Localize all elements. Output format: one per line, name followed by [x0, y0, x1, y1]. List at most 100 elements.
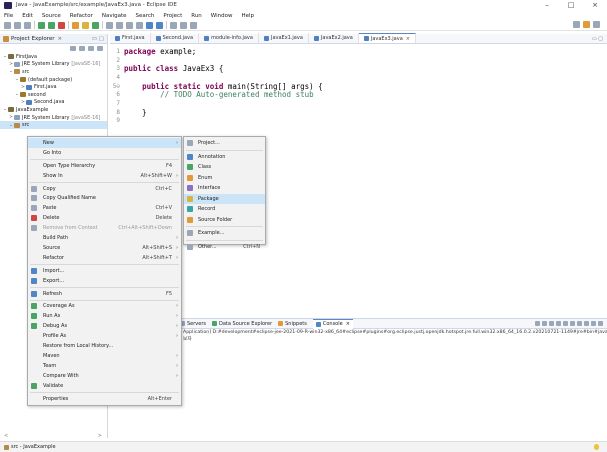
tree-item[interactable]: ⌄ src [0, 68, 107, 76]
terminate-icon[interactable] [535, 321, 540, 326]
menu-item-paste[interactable]: Paste Ctrl+V [28, 203, 181, 213]
submenu-item-annotation[interactable]: Annotation [184, 152, 265, 163]
menu-file[interactable]: File [4, 13, 13, 19]
menu-item-run-as[interactable]: Run As › [28, 311, 181, 321]
link-with-editor-icon[interactable] [79, 46, 85, 51]
next-annotation-icon[interactable] [146, 21, 153, 29]
filter-icon[interactable] [88, 46, 94, 51]
menu-item-build-path[interactable]: Build Path › [28, 233, 181, 243]
new-package-icon[interactable] [82, 21, 89, 29]
submenu-item-example[interactable]: Example... [184, 228, 265, 239]
menu-item-profile-as[interactable]: Profile As › [28, 331, 181, 341]
view-minimize-maximize-buttons[interactable]: ▭ ▢ [92, 36, 104, 42]
annotation-nav-icon[interactable] [136, 21, 143, 29]
forward-icon[interactable] [180, 21, 187, 29]
open-perspective-icon[interactable] [593, 21, 600, 28]
scroll-left-icon[interactable]: < [4, 433, 8, 439]
submenu-item-class[interactable]: Class [184, 162, 265, 173]
editor-tab-javaex2-java[interactable]: JavaEx2.java [309, 33, 359, 43]
open-console-icon[interactable] [577, 321, 582, 326]
view-menu-icon[interactable] [97, 46, 103, 51]
scroll-right-icon[interactable]: > [98, 433, 102, 439]
close-icon[interactable]: × [406, 36, 410, 42]
editor-minimize-maximize-buttons[interactable]: ▭ ▢ [592, 36, 603, 42]
tree-item[interactable]: ⌄ (default package) [0, 76, 107, 84]
menu-search[interactable]: Search [136, 13, 155, 19]
menu-item-new[interactable]: New › [28, 138, 181, 148]
menu-item-import[interactable]: Import... [28, 266, 181, 276]
prev-annotation-icon[interactable] [156, 21, 163, 29]
menu-window[interactable]: Window [211, 13, 233, 19]
scroll-lock-icon[interactable] [556, 321, 561, 326]
menu-item-debug-as[interactable]: Debug As › [28, 321, 181, 331]
tree-item[interactable]: > JRE System Library [JavaSE-16] [0, 114, 107, 122]
menu-item-team[interactable]: Team › [28, 361, 181, 371]
run-icon[interactable] [48, 21, 55, 29]
remove-launch-icon[interactable] [542, 321, 547, 326]
submenu-item-source-folder[interactable]: Source Folder [184, 215, 265, 226]
menu-navigate[interactable]: Navigate [102, 13, 127, 19]
menu-project[interactable]: Project [163, 13, 182, 19]
menu-help[interactable]: Help [241, 13, 254, 19]
minimize-button[interactable]: – [535, 0, 559, 10]
tree-item[interactable]: > JRE System Library [JavaSE-16] [0, 61, 107, 69]
editor-tab-javaex1-java[interactable]: JavaEx1.java [259, 33, 309, 43]
open-type-icon[interactable] [106, 21, 113, 29]
view-menu-icon[interactable] [584, 321, 589, 326]
menu-edit[interactable]: Edit [22, 13, 33, 19]
collapse-all-icon[interactable] [70, 46, 76, 51]
save-all-icon[interactable] [24, 21, 31, 29]
console-tab-console[interactable]: Console × [312, 318, 353, 329]
submenu-item-project[interactable]: Project... [184, 138, 265, 149]
tree-item[interactable]: ⌄ src [0, 121, 107, 129]
menu-item-copy[interactable]: Copy Ctrl+C [28, 184, 181, 194]
maximize-button[interactable]: □ [559, 0, 583, 10]
project-explorer-tab[interactable]: Project Explorer × ▭ ▢ [0, 34, 107, 44]
menu-item-refactor[interactable]: Refactor Alt+Shift+T › [28, 253, 181, 263]
editor-tab-module-info-java[interactable]: module-info.java [199, 33, 259, 43]
tree-item[interactable]: ⌄ FirstJava [0, 53, 107, 61]
tree-item[interactable]: > First.java [0, 83, 107, 91]
debug-icon[interactable] [38, 21, 45, 29]
tree-item[interactable]: > Second.java [0, 99, 107, 107]
menu-item-go-into[interactable]: Go Into [28, 148, 181, 158]
save-icon[interactable] [14, 21, 21, 29]
quick-access-search-icon[interactable] [573, 21, 580, 28]
console-tab-snippets[interactable]: Snippets [278, 321, 307, 327]
menu-item-compare-with[interactable]: Compare With › [28, 371, 181, 381]
menu-item-maven[interactable]: Maven › [28, 351, 181, 361]
search-icon[interactable] [116, 21, 123, 29]
submenu-item-other[interactable]: Other... Ctrl+N [184, 242, 265, 253]
pin-console-icon[interactable] [563, 321, 568, 326]
menu-item-coverage-as[interactable]: Coverage As › [28, 302, 181, 312]
menu-refactor[interactable]: Refactor [70, 13, 93, 19]
console-tab-data-source-explorer[interactable]: Data Source Explorer [212, 321, 272, 327]
menu-item-copy-qualified-name[interactable]: Copy Qualified Name [28, 194, 181, 204]
coverage-icon[interactable] [58, 21, 65, 29]
menu-item-delete[interactable]: Delete Delete [28, 213, 181, 223]
submenu-item-interface[interactable]: Interface [184, 183, 265, 194]
menu-item-show-in[interactable]: Show In Alt+Shift+W › [28, 171, 181, 181]
menu-source[interactable]: Source [42, 13, 61, 19]
editor-tab-javaex3-java[interactable]: JavaEx3.java × [358, 33, 416, 43]
menu-item-properties[interactable]: Properties Alt+Enter [28, 394, 181, 404]
close-icon[interactable]: × [57, 36, 62, 42]
code-editor[interactable]: 1 package example; 2 3 public class JavaEx3 … [110, 47, 607, 125]
display-console-icon[interactable] [570, 321, 575, 326]
menu-item-open-type-hierarchy[interactable]: Open Type Hierarchy F4 [28, 161, 181, 171]
horizontal-scrollbar[interactable]: < > [4, 433, 102, 439]
menu-item-refresh[interactable]: Refresh F5 [28, 289, 181, 299]
submenu-item-package[interactable]: Package [184, 193, 265, 204]
new-class-icon[interactable] [92, 21, 99, 29]
console-tab-servers[interactable]: Servers [180, 321, 206, 327]
menu-item-source[interactable]: Source Alt+Shift+S › [28, 243, 181, 253]
minimize-icon[interactable] [591, 321, 596, 326]
editor-tab-first-java[interactable]: First.java [110, 33, 151, 43]
back-icon[interactable] [170, 21, 177, 29]
submenu-item-enum[interactable]: Enum [184, 173, 265, 184]
maximize-icon[interactable] [598, 321, 603, 326]
new-java-project-icon[interactable] [72, 21, 79, 29]
close-icon[interactable]: × [346, 321, 350, 327]
menu-item-validate[interactable]: Validate [28, 381, 181, 391]
menu-item-restore-from-local-history[interactable]: Restore from Local History... [28, 341, 181, 351]
